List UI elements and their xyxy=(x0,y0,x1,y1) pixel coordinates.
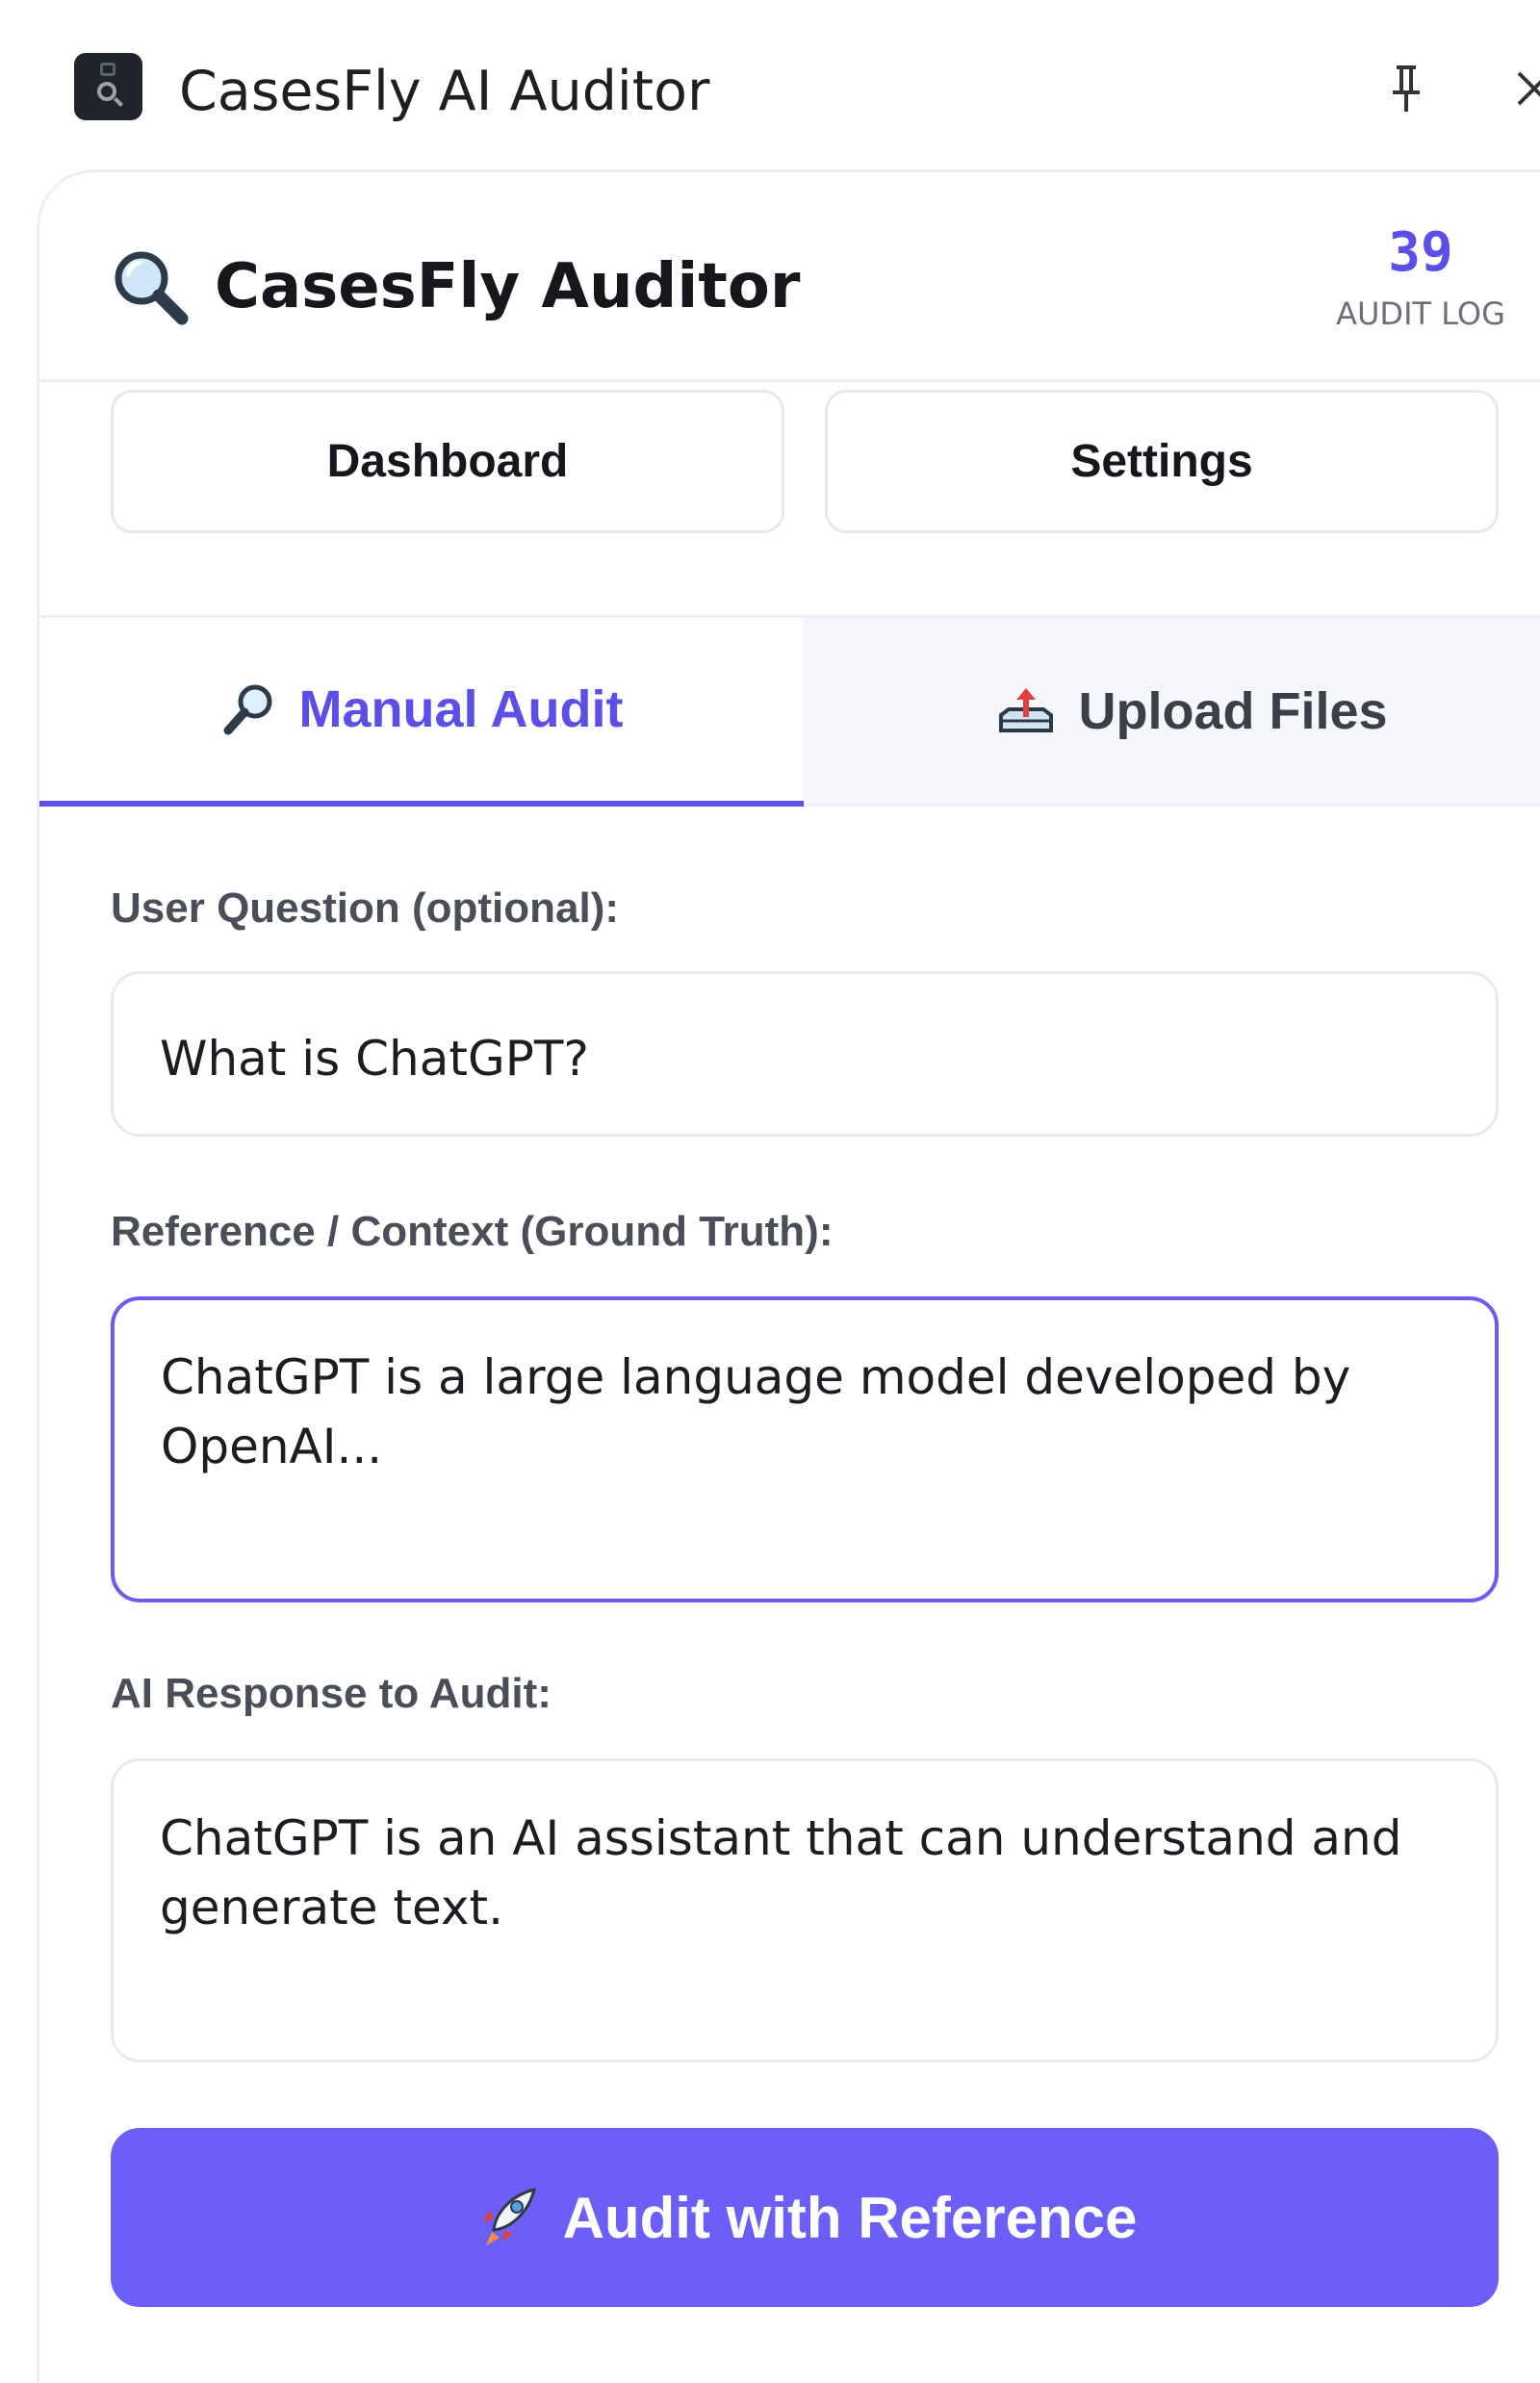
settings-button[interactable]: Settings xyxy=(825,390,1499,533)
response-textarea[interactable]: ChatGPT is an AI assistant that can unde… xyxy=(111,1758,1499,2063)
magnifier-icon xyxy=(220,680,278,738)
reference-label: Reference / Context (Ground Truth): xyxy=(111,1208,834,1255)
audit-log-count[interactable]: 39 xyxy=(1324,215,1517,292)
tab-manual-audit[interactable]: Manual Audit xyxy=(39,618,804,807)
brand-name: CasesFly Auditor xyxy=(215,251,801,322)
response-label: AI Response to Audit: xyxy=(111,1670,552,1717)
panel-header: CasesFly Auditor 39 AUDIT LOG xyxy=(39,172,1540,382)
tab-upload-files[interactable]: Upload Files xyxy=(804,618,1540,807)
audit-with-reference-label: Audit with Reference xyxy=(562,2185,1138,2250)
question-input[interactable]: What is ChatGPT? xyxy=(111,971,1499,1137)
tab-manual-audit-label: Manual Audit xyxy=(298,680,624,738)
reference-textarea[interactable]: ChatGPT is a large language model develo… xyxy=(111,1296,1499,1602)
upload-tray-icon xyxy=(995,682,1057,740)
dashboard-button[interactable]: Dashboard xyxy=(111,390,784,533)
auditor-panel: CasesFly Auditor 39 AUDIT LOG Dashboard … xyxy=(37,169,1540,2383)
app-logo-icon xyxy=(74,53,142,120)
audit-log-label[interactable]: AUDIT LOG xyxy=(1324,295,1517,332)
rocket-icon xyxy=(473,2184,540,2251)
audit-with-reference-button[interactable]: Audit with Reference xyxy=(111,2128,1499,2307)
tab-upload-files-label: Upload Files xyxy=(1078,681,1388,740)
audit-mode-tabs: Manual Audit Upload Files xyxy=(39,618,1540,807)
magnifier-icon xyxy=(111,247,192,328)
pin-icon[interactable] xyxy=(1382,60,1430,121)
close-icon[interactable] xyxy=(1515,58,1540,119)
question-label: User Question (optional): xyxy=(111,884,619,932)
window-titlebar: CasesFly AI Auditor xyxy=(0,0,1540,168)
window-title: CasesFly AI Auditor xyxy=(179,60,710,123)
